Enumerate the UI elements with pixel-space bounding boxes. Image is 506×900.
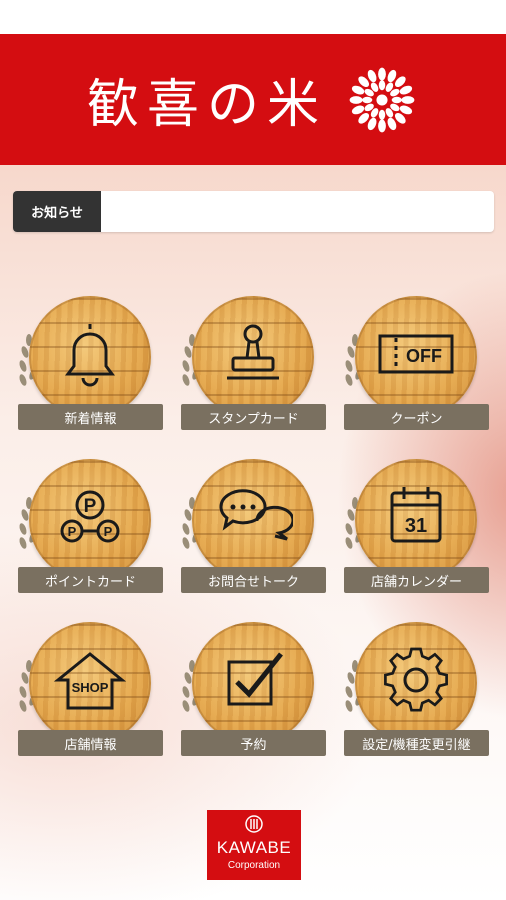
menu-tile-stamp-card[interactable]: スタンプカード	[178, 296, 328, 436]
menu-tile-label: スタンプカード	[181, 404, 326, 430]
menu-grid: 新着情報 スタンプカード OFF クーポン P P P ポイントカード お問合せ…	[0, 0, 506, 900]
menu-tile-coupon[interactable]: OFF クーポン	[341, 296, 491, 436]
footer-sub: Corporation	[227, 860, 281, 871]
kawabe-emblem-icon	[245, 815, 263, 833]
menu-tile-reservation[interactable]: 予約	[178, 622, 328, 762]
gear-icon	[384, 647, 448, 712]
points-right-text: P	[104, 524, 113, 539]
menu-tile-point-card[interactable]: P P P ポイントカード	[15, 459, 165, 599]
menu-tile-label: 店舗カレンダー	[344, 567, 489, 593]
footer-brand: KAWABE	[216, 838, 292, 857]
menu-tile-label: 新着情報	[18, 404, 163, 430]
coupon-off-text: OFF	[406, 346, 442, 366]
calendar-icon: 31	[390, 487, 442, 543]
stamp-icon	[227, 324, 279, 380]
menu-tile-label: 店舗情報	[18, 730, 163, 756]
menu-tile-label: ポイントカード	[18, 567, 163, 593]
menu-tile-settings[interactable]: 設定/機種変更引継	[341, 622, 491, 762]
menu-tile-label: クーポン	[344, 404, 489, 430]
menu-tile-label: 予約	[181, 730, 326, 756]
points-left-text: P	[68, 524, 77, 539]
shop-icon: SHOP	[53, 652, 127, 710]
bell-icon	[65, 324, 115, 387]
menu-tile-label: お問合せトーク	[181, 567, 326, 593]
kawabe-logo: KAWABE Corporation	[207, 810, 301, 880]
points-main-text: P	[84, 496, 97, 517]
points-icon: P P P	[60, 490, 120, 543]
menu-tile-label: 設定/機種変更引継	[344, 730, 489, 756]
shop-text: SHOP	[72, 680, 109, 695]
coupon-icon: OFF	[378, 334, 454, 374]
menu-tile-store-info[interactable]: SHOP 店舗情報	[15, 622, 165, 762]
chat-icon	[219, 489, 293, 541]
calendar-day-text: 31	[405, 515, 427, 537]
menu-tile-news[interactable]: 新着情報	[15, 296, 165, 436]
menu-tile-inquiry-talk[interactable]: お問合せトーク	[178, 459, 328, 599]
checkbox-icon	[227, 652, 283, 706]
menu-tile-store-calendar[interactable]: 31 店舗カレンダー	[341, 459, 491, 599]
